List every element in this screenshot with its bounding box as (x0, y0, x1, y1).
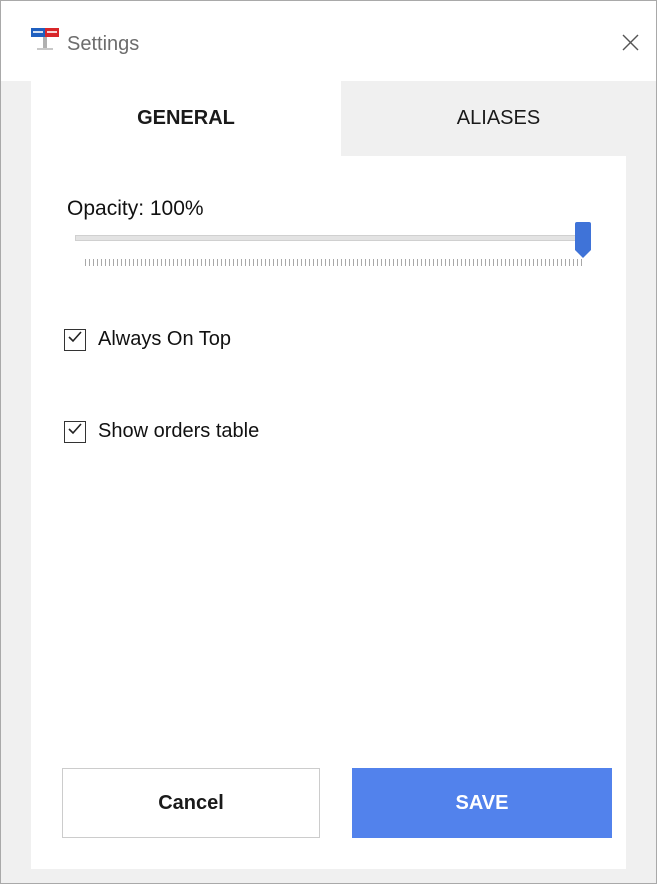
app-logo-icon (31, 28, 61, 52)
tab-aliases-label: ALIASES (456, 107, 541, 129)
tab-general[interactable]: GENERAL (31, 81, 341, 156)
slider-track (75, 235, 581, 241)
window-title: Settings (67, 33, 140, 55)
general-panel: Opacity: 100% Always On Top Show orders … (31, 156, 626, 869)
cancel-button[interactable]: Cancel (62, 768, 320, 838)
cancel-button-label: Cancel (158, 791, 224, 814)
title-bar: Settings (1, 1, 656, 81)
checkbox-box[interactable] (64, 328, 86, 351)
opacity-slider[interactable] (75, 221, 600, 281)
tab-aliases[interactable]: ALIASES (341, 81, 656, 156)
show-orders-table-label: Show orders table (98, 420, 260, 442)
checkbox-box[interactable] (64, 420, 86, 443)
tab-bar: GENERAL ALIASES (31, 81, 656, 156)
slider-thumb[interactable] (573, 222, 593, 259)
save-button-label: SAVE (455, 791, 509, 814)
close-icon (613, 25, 647, 59)
checkmark-icon (67, 330, 83, 349)
checkmark-icon (67, 422, 83, 441)
slider-ticks (85, 259, 583, 266)
tab-general-label: GENERAL (137, 107, 235, 129)
close-button[interactable] (613, 25, 647, 59)
opacity-label: Opacity: 100% (67, 197, 204, 220)
save-button[interactable]: SAVE (352, 768, 612, 838)
settings-window: Settings GENERAL ALIASES Opacity: 100% A… (0, 0, 657, 884)
always-on-top-checkbox[interactable]: Always On Top (64, 328, 231, 351)
show-orders-table-checkbox[interactable]: Show orders table (64, 420, 259, 443)
always-on-top-label: Always On Top (98, 328, 232, 350)
